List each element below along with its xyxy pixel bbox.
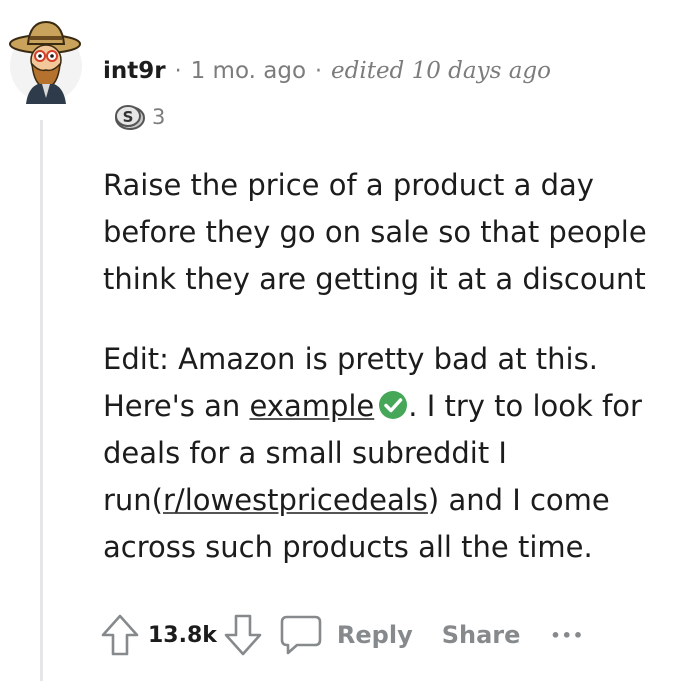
comment-paragraph: Raise the price of a product a day befor… bbox=[103, 168, 647, 296]
edited-label: edited 10 days ago bbox=[331, 58, 551, 84]
upvote-icon[interactable] bbox=[100, 612, 140, 658]
avatar[interactable] bbox=[8, 14, 84, 104]
subreddit-link[interactable]: r/lowestpricedeals bbox=[163, 483, 428, 517]
reply-label: Reply bbox=[336, 621, 413, 649]
example-link[interactable]: example bbox=[249, 389, 374, 423]
separator: · bbox=[174, 58, 182, 84]
comment-icon bbox=[280, 615, 322, 655]
vote-count: 13.8k bbox=[148, 622, 217, 648]
silver-award-icon: S bbox=[115, 105, 145, 130]
downvote-icon[interactable] bbox=[223, 612, 263, 658]
username[interactable]: int9r bbox=[103, 58, 166, 84]
share-button[interactable]: Share bbox=[442, 621, 521, 649]
reply-button[interactable]: Reply bbox=[279, 614, 413, 656]
verified-check-icon bbox=[379, 391, 408, 419]
comment-paragraph: Edit: Amazon is pretty bad at this. Here… bbox=[103, 336, 693, 571]
award-badge[interactable]: S 3 bbox=[112, 104, 165, 130]
comment-meta: int9r · 1 mo. ago · edited 10 days ago bbox=[103, 58, 551, 84]
separator: · bbox=[315, 58, 323, 84]
award-count: 3 bbox=[152, 105, 166, 129]
comment-body: Raise the price of a product a day befor… bbox=[103, 162, 693, 571]
more-options-icon[interactable]: ••• bbox=[550, 626, 584, 645]
timestamp[interactable]: 1 mo. ago bbox=[191, 58, 306, 84]
action-bar: 13.8k Reply Share ••• bbox=[100, 612, 584, 658]
thread-line[interactable] bbox=[40, 120, 43, 681]
svg-text:S: S bbox=[123, 108, 134, 126]
